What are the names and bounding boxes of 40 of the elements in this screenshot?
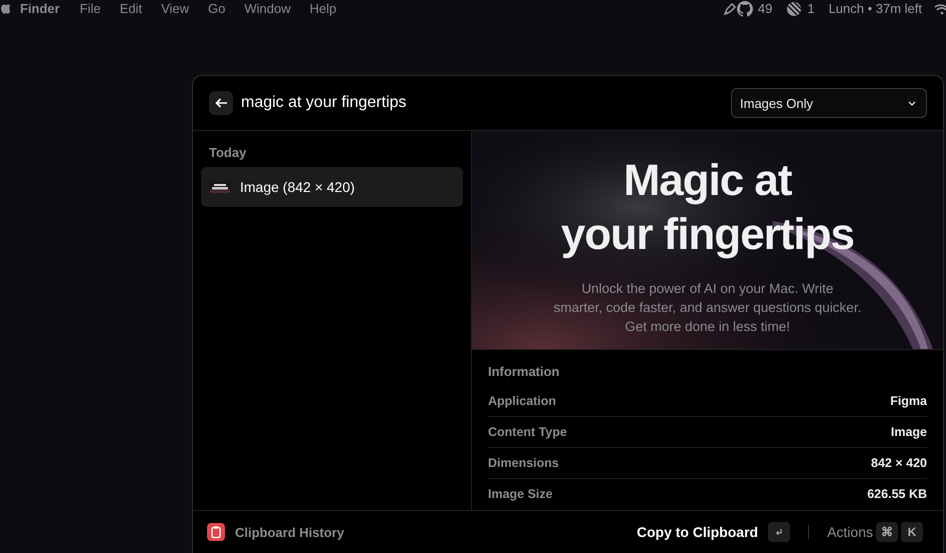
key-cap: ⌘ — [876, 522, 898, 542]
info-label: Dimensions — [488, 456, 559, 470]
menu-item[interactable]: Window — [244, 2, 291, 15]
menu-item[interactable]: Help — [310, 2, 336, 15]
image-thumbnail-icon — [210, 182, 230, 192]
actions-button[interactable]: Actions — [827, 524, 873, 540]
info-label: Application — [488, 394, 556, 408]
clipboard-item[interactable]: Image (842 × 420) — [201, 167, 463, 207]
search-field[interactable]: magic at your fingertips — [241, 94, 723, 112]
back-arrow-icon — [214, 98, 228, 108]
key-cap: K — [901, 522, 923, 542]
footer-title: Clipboard History — [235, 524, 344, 540]
striped-circle-icon[interactable] — [786, 0, 802, 16]
menu-item[interactable]: Finder — [20, 2, 60, 15]
wifi-icon[interactable] — [934, 2, 946, 15]
back-button[interactable] — [209, 91, 233, 115]
section-heading: Today — [208, 145, 248, 160]
return-icon — [775, 528, 784, 536]
info-label: Content Type — [488, 425, 567, 439]
info-value: Figma — [890, 394, 927, 408]
info-value: 626.55 KB — [867, 487, 927, 501]
info-value: Image — [890, 425, 927, 439]
info-label: Image Size — [488, 487, 553, 501]
calendar-event[interactable]: Lunch • 37m left — [828, 2, 922, 15]
information-heading: Information — [488, 364, 560, 379]
menu-item[interactable]: Edit — [120, 2, 142, 15]
copy-to-clipboard-button[interactable]: Copy to Clipboard — [636, 524, 758, 540]
github-count: 49 — [758, 2, 772, 15]
pen-icon[interactable] — [722, 2, 737, 16]
menu-item[interactable]: View — [161, 2, 190, 15]
github-icon[interactable] — [736, 0, 753, 16]
preview-description: Unlock the power of AI on your Mac. Write smarter, code faster, and answer questions quicker. Get more done in less time! — [554, 280, 862, 336]
menu-item[interactable]: Go — [208, 2, 226, 15]
menu-item[interactable]: File — [80, 2, 101, 15]
notification-count: 1 — [807, 2, 815, 15]
filter-dropdown[interactable]: Images Only — [731, 88, 927, 118]
preview-headline: Magic at your fingertips — [560, 155, 854, 261]
info-value: 842 × 420 — [871, 456, 927, 470]
chevron-down-icon — [908, 100, 916, 106]
clipboard-icon — [207, 523, 225, 541]
